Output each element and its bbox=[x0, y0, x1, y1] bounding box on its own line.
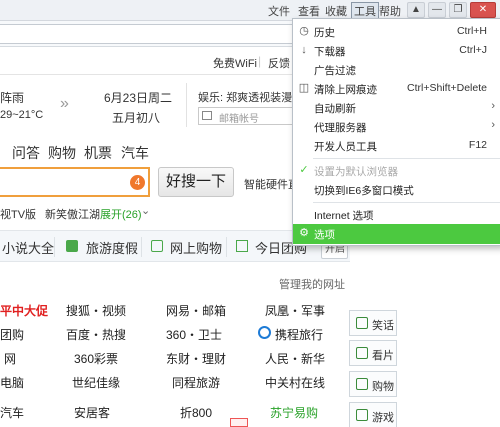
clock-icon: ◷ bbox=[299, 25, 309, 37]
menu-item-clear-history[interactable]: ◫ 清除上网痕迹 Ctrl+Shift+Delete bbox=[293, 79, 500, 98]
travel-icon bbox=[66, 240, 78, 252]
tab-qa[interactable]: 问答 bbox=[12, 143, 40, 163]
tab-flights[interactable]: 机票 bbox=[84, 143, 112, 163]
menu-item-downloader[interactable]: ↓ 下载器 Ctrl+J bbox=[293, 41, 500, 60]
menu-view[interactable]: 查看 bbox=[298, 3, 320, 19]
divider bbox=[54, 237, 55, 257]
site-link[interactable]: 网易・邮箱 bbox=[166, 302, 226, 319]
site-link[interactable]: 安居客 bbox=[74, 404, 110, 421]
category-novels[interactable]: 小说大全 bbox=[2, 238, 54, 257]
menu-item-ie6-mode[interactable]: 切换到IE6多窗口模式 bbox=[293, 180, 500, 199]
divider bbox=[226, 237, 227, 257]
tools-dropdown-menu: ◷ 历史 Ctrl+H ↓ 下载器 Ctrl+J 广告过滤 ◫ 清除上网痕迹 C… bbox=[292, 18, 500, 246]
site-link[interactable]: 中关村在线 bbox=[265, 374, 325, 391]
close-icon[interactable]: ✕ bbox=[470, 2, 496, 18]
search-hint[interactable]: 智能硬件直 bbox=[244, 176, 299, 192]
download-icon: ↓ bbox=[301, 44, 307, 56]
site-link[interactable]: 东财・理财 bbox=[166, 350, 226, 367]
site-link[interactable]: 人民・新华 bbox=[265, 350, 325, 367]
chevron-right-icon: › bbox=[491, 100, 495, 112]
divider: | bbox=[258, 54, 262, 68]
minimize-icon[interactable]: — bbox=[428, 2, 446, 18]
menu-item-devtools[interactable]: 开发人员工具 F12 bbox=[293, 136, 500, 155]
site-link[interactable]: 折800 bbox=[180, 404, 212, 421]
site-link[interactable]: 搜狐・视频 bbox=[66, 302, 126, 319]
weather-condition: 阵雨 bbox=[0, 91, 25, 105]
menu-item-auto-refresh[interactable]: 自动刷新 › bbox=[293, 98, 500, 117]
skin-icon[interactable]: ▲ bbox=[407, 2, 425, 18]
promo-tag bbox=[230, 418, 248, 427]
email-placeholder: 邮箱帐号 bbox=[219, 114, 259, 125]
sidebar-jokes-button[interactable]: 笑话 bbox=[349, 310, 397, 336]
site-link[interactable]: 电脑 bbox=[0, 374, 24, 391]
cart-icon bbox=[356, 378, 368, 390]
sidebar-shopping-button[interactable]: 购物 bbox=[349, 371, 397, 397]
menu-favorites[interactable]: 收藏 bbox=[325, 3, 347, 19]
feedback-link[interactable]: 反馈 bbox=[268, 55, 290, 71]
restore-icon[interactable]: ❐ bbox=[449, 2, 467, 18]
site-link[interactable]: 网 bbox=[4, 350, 16, 367]
site-link[interactable]: 360・卫士 bbox=[166, 326, 222, 343]
lunar-date: 五月初八 bbox=[112, 111, 161, 125]
menu-item-set-default: ✓ 设置为默认浏览器 bbox=[299, 164, 398, 178]
check-icon: ✓ bbox=[299, 164, 309, 176]
search-input[interactable] bbox=[0, 167, 150, 197]
double-chevron-icon[interactable]: » bbox=[60, 95, 69, 113]
menu-item-history[interactable]: ◷ 历史 Ctrl+H bbox=[293, 22, 500, 41]
groupbuy-icon bbox=[236, 240, 248, 252]
menu-file[interactable]: 文件 bbox=[268, 3, 290, 19]
menu-item-options[interactable]: ⚙ 选项 bbox=[293, 224, 500, 244]
sidebar-games-button[interactable]: 游戏 bbox=[349, 402, 397, 427]
menu-separator bbox=[313, 158, 500, 159]
news-ticker[interactable]: 娱乐: 郑爽透视装漫 bbox=[198, 89, 292, 105]
site-link[interactable]: 团购 bbox=[0, 326, 24, 343]
site-link[interactable]: 世纪佳缘 bbox=[72, 374, 120, 391]
menu-item-adblock[interactable]: 广告过滤 bbox=[293, 60, 500, 79]
category-travel[interactable]: 旅游度假 bbox=[86, 238, 138, 257]
menu-item-internet-options[interactable]: Internet 选项 bbox=[293, 205, 500, 224]
search-badge: 4 bbox=[130, 175, 145, 190]
site-link[interactable]: 同程旅游 bbox=[172, 374, 220, 391]
manage-sites-link[interactable]: 管理我的网址 bbox=[279, 276, 345, 292]
divider bbox=[141, 237, 142, 257]
site-link[interactable]: 百度・热搜 bbox=[66, 326, 126, 343]
search-button[interactable]: 好搜一下 bbox=[158, 167, 234, 197]
trash-icon: ◫ bbox=[298, 82, 310, 94]
mail-icon bbox=[202, 111, 212, 120]
settings-icon: ⚙ bbox=[299, 227, 309, 239]
subline-drama[interactable]: 新笑傲江湖 bbox=[45, 206, 100, 222]
cart-icon bbox=[151, 240, 163, 252]
chevron-down-icon[interactable]: ⌄ bbox=[141, 204, 150, 217]
email-field[interactable]: 邮箱帐号 bbox=[198, 107, 294, 125]
expand-link[interactable]: 展开(26) bbox=[100, 206, 142, 222]
category-shopping[interactable]: 网上购物 bbox=[170, 238, 222, 257]
ctrip-logo-icon bbox=[258, 326, 271, 339]
tab-cars[interactable]: 汽车 bbox=[121, 143, 149, 163]
site-link[interactable]: 360彩票 bbox=[74, 350, 118, 367]
smile-icon bbox=[356, 317, 368, 329]
menu-item-proxy[interactable]: 代理服务器 › bbox=[293, 117, 500, 136]
weather-temp: 29~21°C bbox=[0, 109, 44, 121]
menu-help[interactable]: 帮助 bbox=[379, 3, 401, 19]
site-link[interactable]: 平中大促 bbox=[0, 302, 48, 319]
site-link[interactable]: 汽车 bbox=[0, 404, 24, 421]
url-input[interactable] bbox=[0, 24, 298, 44]
sidebar-videos-button[interactable]: 看片 bbox=[349, 340, 397, 366]
chevron-right-icon: › bbox=[491, 119, 495, 131]
site-link[interactable]: 凤凰・军事 bbox=[265, 302, 325, 319]
play-icon bbox=[356, 347, 368, 359]
tab-shopping[interactable]: 购物 bbox=[48, 143, 76, 163]
divider bbox=[186, 83, 187, 127]
gamepad-icon bbox=[356, 409, 368, 421]
site-link[interactable]: 苏宁易购 bbox=[270, 404, 318, 421]
free-wifi-link[interactable]: 免费WiFi bbox=[213, 55, 257, 71]
date-text: 6月23日周二 bbox=[104, 91, 173, 105]
subline-tv[interactable]: 视TV版 bbox=[0, 206, 36, 222]
menu-separator bbox=[313, 202, 500, 203]
site-link[interactable]: 携程旅行 bbox=[275, 326, 323, 343]
